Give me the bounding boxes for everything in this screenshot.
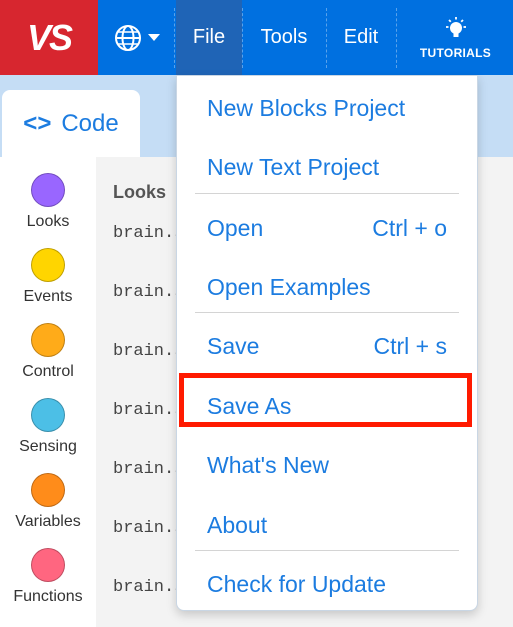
tutorials-label: TUTORIALS bbox=[419, 45, 492, 60]
menu-item-label: What's New bbox=[207, 451, 329, 478]
menu-item-shortcut: Ctrl + o bbox=[372, 214, 447, 241]
menu-item-new-text-project[interactable]: New Text Project bbox=[177, 142, 477, 192]
menu-item-check-for-update[interactable]: Check for Update bbox=[177, 559, 477, 609]
category-list: Looks Events Control Sensing Variables F… bbox=[0, 157, 96, 627]
menu-item-open[interactable]: Open Ctrl + o bbox=[177, 203, 477, 253]
tab-code[interactable]: <> Code bbox=[2, 90, 140, 157]
category-functions[interactable]: Functions bbox=[0, 548, 96, 606]
category-events[interactable]: Events bbox=[0, 248, 96, 306]
category-sensing[interactable]: Sensing bbox=[0, 398, 96, 456]
file-dropdown-menu: New Blocks Project New Text Project Open… bbox=[176, 75, 478, 611]
category-control-dot bbox=[31, 323, 65, 357]
menu-item-shortcut: Ctrl + s bbox=[373, 332, 447, 359]
menu-item-whats-new[interactable]: What's New bbox=[177, 440, 477, 490]
menu-divider bbox=[195, 550, 459, 551]
menu-item-label: About bbox=[207, 511, 268, 538]
category-label: Looks bbox=[26, 213, 70, 230]
divider bbox=[174, 8, 175, 68]
menu-item-label: New Blocks Project bbox=[207, 94, 406, 121]
menu-item-label: Check for Update bbox=[207, 570, 386, 597]
menu-item-label: Open Examples bbox=[207, 273, 371, 300]
category-label: Variables bbox=[15, 513, 81, 530]
tab-code-label: Code bbox=[61, 109, 119, 137]
category-looks-dot bbox=[31, 173, 65, 207]
menu-item-new-blocks-project[interactable]: New Blocks Project bbox=[177, 83, 477, 133]
category-variables[interactable]: Variables bbox=[0, 473, 96, 531]
menu-divider bbox=[195, 312, 459, 313]
vex-logo[interactable]: VS bbox=[0, 0, 98, 75]
tutorials-button[interactable]: TUTORIALS bbox=[398, 0, 513, 75]
globe-icon bbox=[115, 24, 141, 51]
caret-down-icon bbox=[148, 33, 160, 41]
category-label: Events bbox=[23, 288, 73, 305]
menu-item-label: Save bbox=[207, 332, 260, 359]
tools-menu-button[interactable]: Tools bbox=[242, 0, 326, 75]
category-sensing-dot bbox=[31, 398, 65, 432]
category-control[interactable]: Control bbox=[0, 323, 96, 381]
edit-menu-button[interactable]: Edit bbox=[326, 0, 396, 75]
category-label: Control bbox=[22, 363, 74, 380]
category-label: Functions bbox=[13, 588, 83, 605]
language-menu-button[interactable] bbox=[102, 0, 172, 75]
code-brackets-icon: <> bbox=[23, 109, 52, 137]
category-label: Sensing bbox=[19, 438, 77, 455]
top-menu-bar: VS File Tools Edit TUTORIALS bbox=[0, 0, 513, 75]
menu-item-about[interactable]: About bbox=[177, 500, 477, 550]
menu-divider bbox=[195, 193, 459, 194]
snippet-heading: Looks bbox=[113, 182, 167, 202]
divider bbox=[396, 8, 397, 68]
save-as-highlight-box bbox=[179, 373, 472, 427]
menu-item-save[interactable]: Save Ctrl + s bbox=[177, 321, 477, 371]
menu-item-label: New Text Project bbox=[207, 153, 380, 180]
lightbulb-icon bbox=[445, 16, 466, 37]
category-functions-dot bbox=[31, 548, 65, 582]
menu-item-open-examples[interactable]: Open Examples bbox=[177, 262, 477, 312]
category-variables-dot bbox=[31, 473, 65, 507]
menu-item-label: Open bbox=[207, 214, 264, 241]
category-events-dot bbox=[31, 248, 65, 282]
file-menu-button[interactable]: File bbox=[176, 0, 242, 75]
category-looks[interactable]: Looks bbox=[0, 173, 96, 231]
